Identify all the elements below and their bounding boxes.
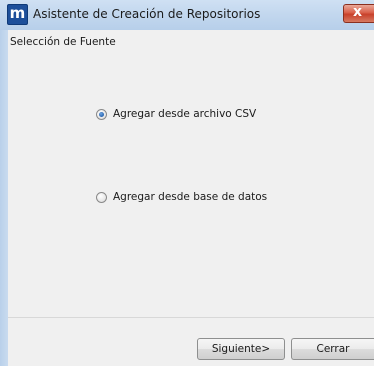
app-logo-icon: m	[7, 4, 28, 25]
option-database-label[interactable]: Agregar desde base de datos	[113, 191, 267, 203]
close-window-button[interactable]: x	[343, 4, 374, 23]
close-icon: x	[353, 4, 363, 20]
option-database[interactable]: Agregar desde base de datos	[96, 191, 267, 203]
window-frame-left	[0, 30, 8, 366]
next-button[interactable]: Siguiente>	[197, 338, 285, 360]
option-csv-label[interactable]: Agregar desde archivo CSV	[113, 108, 256, 120]
radio-csv[interactable]	[96, 108, 107, 120]
option-csv[interactable]: Agregar desde archivo CSV	[96, 108, 256, 120]
wizard-window: m Asistente de Creación de Repositorios …	[0, 0, 374, 366]
footer-separator	[8, 317, 374, 318]
window-title: Asistente de Creación de Repositorios	[33, 7, 261, 21]
radio-database[interactable]	[96, 191, 107, 203]
close-button[interactable]: Cerrar	[291, 338, 374, 360]
wizard-content: Selección de Fuente Agregar desde archiv…	[8, 30, 374, 366]
title-bar[interactable]: m Asistente de Creación de Repositorios …	[0, 0, 374, 31]
section-heading: Selección de Fuente	[10, 36, 116, 48]
